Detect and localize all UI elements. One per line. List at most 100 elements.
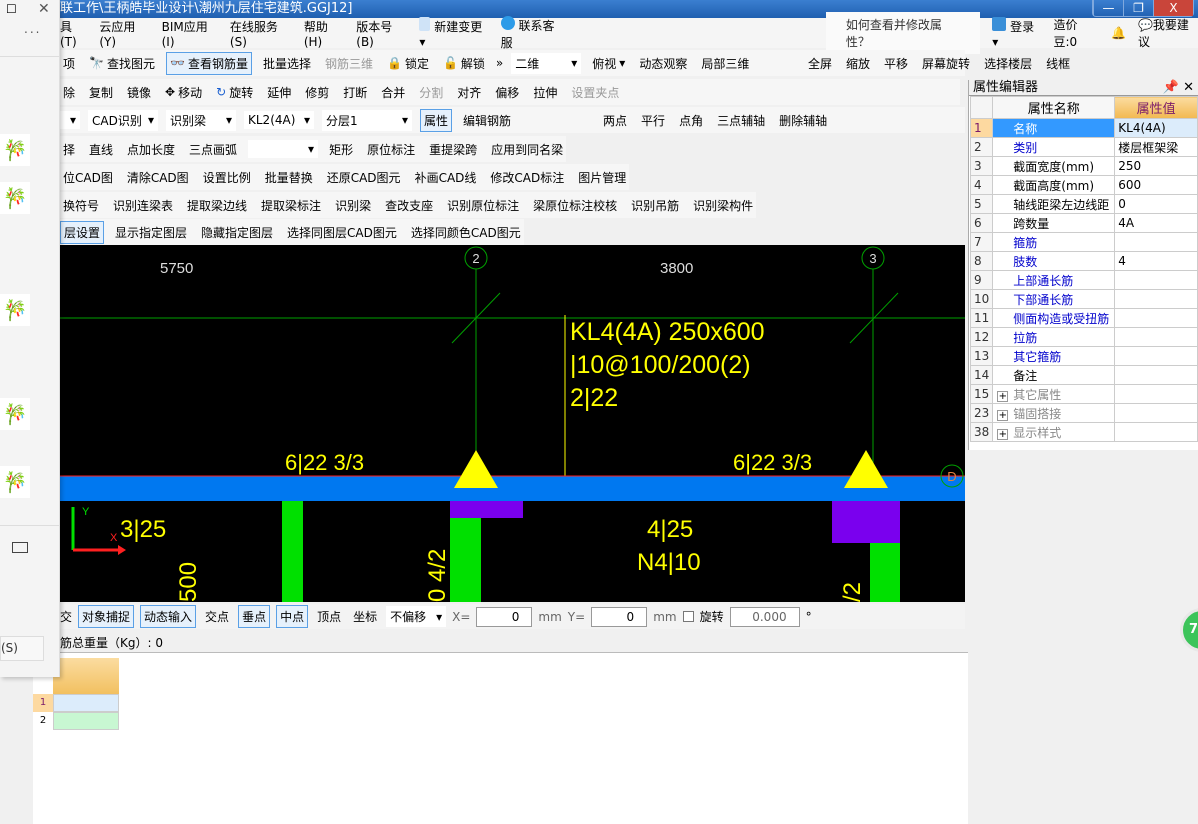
column[interactable]	[450, 518, 481, 602]
delete-button[interactable]: 除	[60, 82, 78, 103]
expand-icon[interactable]: +	[997, 409, 1009, 421]
fullscreen-button[interactable]: 全屏	[805, 53, 835, 74]
line-button[interactable]: 直线	[86, 139, 116, 160]
property-row[interactable]: 7 箍筋	[969, 232, 1198, 252]
in-situ-annotation-button[interactable]: 原位标注	[364, 139, 418, 160]
local-3d-button[interactable]: 局部三维	[698, 53, 752, 74]
property-value[interactable]	[1114, 289, 1198, 309]
batch-select-button[interactable]: 批量选择	[260, 53, 314, 74]
delete-axis-button[interactable]: 删除辅轴	[776, 110, 830, 131]
snap-intersect[interactable]: 交	[60, 608, 72, 625]
new-change-button[interactable]: 新建变更 ▾	[419, 17, 488, 49]
property-row[interactable]: 23 + 锚固搭接	[969, 403, 1198, 423]
hide-layer-button[interactable]: 隐藏指定图层	[198, 222, 276, 243]
contact-service-button[interactable]: 联系客服	[500, 15, 564, 51]
column[interactable]	[870, 543, 900, 602]
find-element-button[interactable]: 🔭 查找图元	[86, 53, 158, 74]
image-manage-button[interactable]: 图片管理	[575, 167, 629, 188]
point-angle-button[interactable]: 点角	[676, 110, 706, 131]
property-value[interactable]	[1114, 232, 1198, 252]
help-prompt[interactable]: 如何查看并修改属性？	[825, 12, 981, 54]
table-cell[interactable]	[53, 712, 119, 730]
copy-button[interactable]: 复制	[86, 82, 116, 103]
recognize-in-situ-button[interactable]: 识别原位标注	[444, 195, 522, 216]
three-point-arc-button[interactable]: 三点画弧	[186, 139, 240, 160]
locate-cad-button[interactable]: 位CAD图	[60, 167, 116, 188]
property-value[interactable]: 楼层框架梁	[1114, 137, 1198, 157]
dynamic-input-toggle[interactable]: 动态输入	[140, 605, 197, 628]
drawing-canvas[interactable]: 2 3 5750 3800 KL4(4A) 250x600 |10@100/20…	[60, 245, 965, 602]
tb-item[interactable]: 项	[60, 53, 78, 74]
expand-icon[interactable]: +	[997, 390, 1009, 402]
top-view-button[interactable]: 俯视 ▾	[589, 53, 628, 74]
view-rebar-button[interactable]: 👓 查看钢筋量	[165, 51, 252, 75]
beam[interactable]	[60, 476, 965, 501]
angle-input[interactable]: 0.000	[729, 606, 800, 627]
snap-intersection[interactable]: 交点	[202, 606, 232, 627]
property-value[interactable]: 250	[1114, 156, 1198, 176]
property-value[interactable]: 0	[1114, 194, 1198, 214]
move-button[interactable]: ✥ 移动	[162, 82, 205, 103]
x-input[interactable]: 0	[476, 606, 533, 627]
restore-button[interactable]: ❐	[1123, 0, 1153, 16]
y-input[interactable]: 0	[591, 606, 648, 627]
two-point-button[interactable]: 两点	[600, 110, 630, 131]
property-value[interactable]: 4A	[1114, 213, 1198, 233]
stretch-button[interactable]: 拉伸	[530, 82, 560, 103]
video-call-icon[interactable]	[12, 542, 28, 553]
close-icon[interactable]: ✕	[38, 1, 50, 17]
property-row[interactable]: 2 类别 楼层框架梁	[969, 137, 1198, 157]
zoom-button[interactable]: 缩放	[843, 53, 873, 74]
bell-icon[interactable]: 🔔	[1111, 26, 1126, 40]
column[interactable]	[282, 501, 303, 602]
maximize-icon[interactable]: ☐	[6, 2, 17, 16]
properties-button[interactable]: 属性	[420, 108, 453, 132]
three-point-axis-button[interactable]: 三点辅轴	[714, 110, 768, 131]
property-value[interactable]: 600	[1114, 175, 1198, 195]
property-row[interactable]: 1 名称 KL4(4A)	[969, 118, 1198, 138]
unlock-button[interactable]: 🔓 解锁	[440, 53, 488, 74]
select-0[interactable]: ▾	[60, 111, 80, 129]
check-support-button[interactable]: 查改支座	[382, 195, 436, 216]
menu-bim[interactable]: BIM应用(I)	[162, 18, 218, 49]
modify-cad-label-button[interactable]: 修改CAD标注	[487, 167, 567, 188]
bamboo-image[interactable]: 🎋	[0, 182, 30, 214]
show-layer-button[interactable]: 显示指定图层	[112, 222, 190, 243]
close-button[interactable]: X	[1153, 0, 1193, 16]
layer-settings-button[interactable]: 层设置	[60, 220, 105, 244]
more-icon[interactable]: ...	[24, 22, 41, 36]
respan-button[interactable]: 重提梁跨	[426, 139, 480, 160]
property-row[interactable]: 8 肢数 4	[969, 251, 1198, 271]
expand-icon[interactable]: +	[997, 428, 1009, 440]
bamboo-image[interactable]: 🎋	[0, 134, 30, 166]
wireframe-button[interactable]: 线框	[1043, 53, 1073, 74]
property-value[interactable]	[1114, 270, 1198, 290]
login-button[interactable]: 登录 ▾	[992, 17, 1041, 49]
send-button[interactable]: (S)	[0, 636, 44, 661]
property-row[interactable]: 6 跨数量 4A	[969, 213, 1198, 233]
shape-select[interactable]: ▾	[248, 140, 319, 158]
property-row[interactable]: 3 截面宽度(mm) 250	[969, 156, 1198, 176]
recognize-hanger-button[interactable]: 识别吊筋	[628, 195, 682, 216]
set-grip-button[interactable]: 设置夹点	[568, 82, 622, 103]
property-value[interactable]	[1114, 327, 1198, 347]
property-value[interactable]	[1114, 422, 1198, 442]
mirror-button[interactable]: 镜像	[124, 82, 154, 103]
select-button[interactable]: 择	[60, 139, 78, 160]
property-value[interactable]	[1114, 384, 1198, 404]
property-row[interactable]: 13 其它箍筋	[969, 346, 1198, 366]
rectangle-button[interactable]: 矩形	[326, 139, 356, 160]
snap-vertex[interactable]: 顶点	[314, 606, 344, 627]
property-value[interactable]: 4	[1114, 251, 1198, 271]
bamboo-image[interactable]: 🎋	[0, 466, 30, 498]
split-button[interactable]: 分割	[416, 82, 446, 103]
property-row[interactable]: 38 + 显示样式	[969, 422, 1198, 442]
select-same-layer-button[interactable]: 选择同图层CAD图元	[284, 222, 400, 243]
pin-icon[interactable]: 📌	[1163, 80, 1179, 95]
align-button[interactable]: 对齐	[454, 82, 484, 103]
offset-select[interactable]: 不偏移 ▾	[386, 606, 447, 627]
element-type-select[interactable]: 识别梁 ▾	[166, 109, 236, 131]
orbit-button[interactable]: 动态观察	[636, 53, 690, 74]
cad-recognize-select[interactable]: CAD识别 ▾	[88, 109, 158, 131]
rotate-checkbox[interactable]	[682, 611, 694, 622]
